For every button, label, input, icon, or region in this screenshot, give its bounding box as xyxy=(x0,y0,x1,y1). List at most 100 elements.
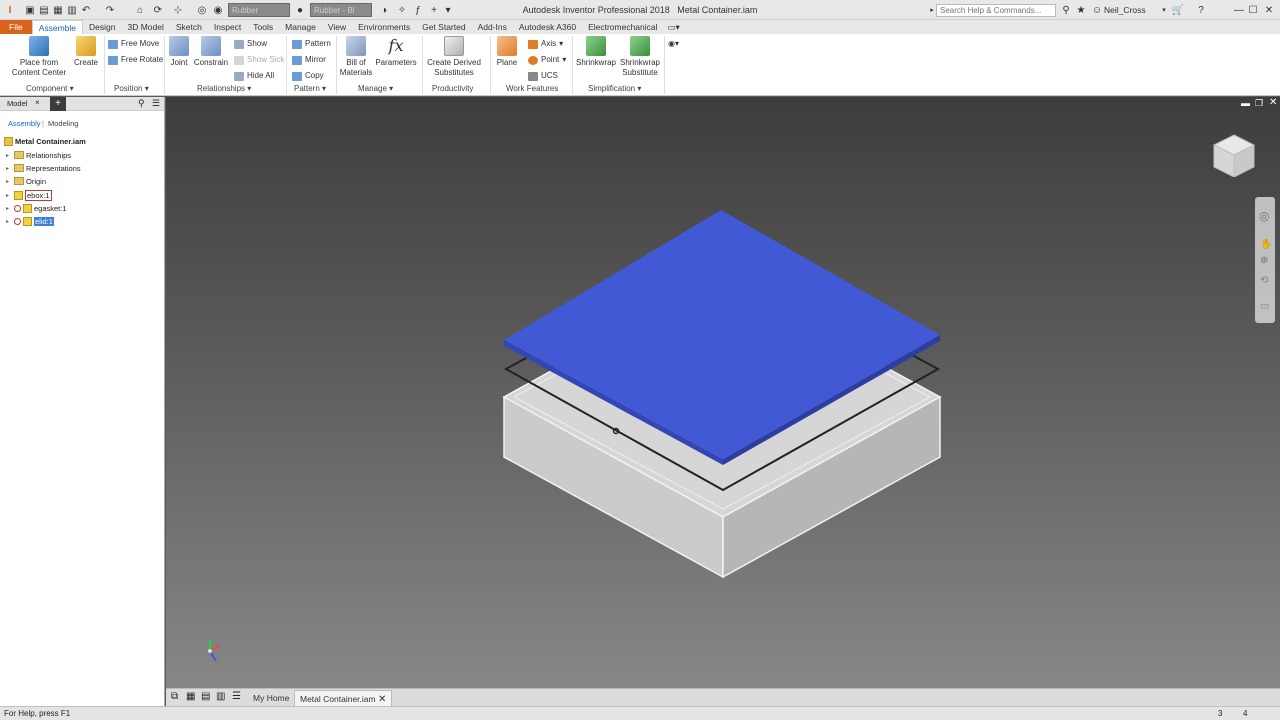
viewcube[interactable] xyxy=(1212,133,1256,178)
zoom-icon[interactable]: ⊕ xyxy=(1260,255,1268,266)
group-position-label[interactable]: Position ▾ xyxy=(114,84,149,93)
shrinkwrap-button[interactable]: Shrinkwrap xyxy=(575,36,617,68)
pattern-button[interactable]: Pattern xyxy=(292,38,331,50)
group-relationships-label[interactable]: Relationships ▾ xyxy=(197,84,251,93)
cascade-windows-icon[interactable]: ⧉ xyxy=(171,691,178,702)
select-icon[interactable]: ⊹ xyxy=(172,3,184,17)
point-button[interactable]: Point ▾ xyxy=(528,54,566,66)
video-toggle-icon[interactable]: ▭▾ xyxy=(664,20,684,34)
expand-icon[interactable]: ▸ xyxy=(6,218,14,225)
bill-of-materials-button[interactable]: Bill of Materials xyxy=(338,36,374,78)
expand-icon[interactable]: ▸ xyxy=(6,192,14,199)
axis-button[interactable]: Axis ▾ xyxy=(528,38,563,50)
redo-icon[interactable]: ↷ xyxy=(104,3,116,17)
search-help-input[interactable] xyxy=(936,4,1056,17)
add-panel-icon[interactable]: + xyxy=(50,97,66,111)
expand-icon[interactable]: ▸ xyxy=(6,205,14,212)
tree-item-representations[interactable]: ▸ Representations xyxy=(6,162,81,174)
free-move-button[interactable]: Free Move xyxy=(108,38,159,50)
arrange-horizontal-icon[interactable]: ▤ xyxy=(201,691,210,702)
favorites-star-icon[interactable]: ★ xyxy=(1075,3,1087,17)
customize-quick-access-icon[interactable]: ▾ xyxy=(442,3,454,17)
material-dropdown[interactable]: Rubber xyxy=(228,3,290,17)
pan-icon[interactable]: ✋ xyxy=(1260,239,1272,250)
tab-environments[interactable]: Environments xyxy=(352,20,416,34)
menu-icon[interactable]: ☰ xyxy=(152,98,160,109)
tab-metal-container[interactable]: Metal Container.iam ✕ xyxy=(294,690,393,706)
tab-sketch[interactable]: Sketch xyxy=(170,20,208,34)
tab-add-ins[interactable]: Add-Ins xyxy=(472,20,513,34)
free-rotate-button[interactable]: Free Rotate xyxy=(108,54,163,66)
inventor-logo-icon[interactable]: I xyxy=(4,3,16,17)
print-icon[interactable]: ▥ xyxy=(66,3,78,17)
tree-item-ebox[interactable]: ▸ ebox:1 xyxy=(6,189,52,201)
group-manage-label[interactable]: Manage ▾ xyxy=(358,84,393,93)
panel-options-icon[interactable]: ◉▾ xyxy=(668,38,679,50)
create-derived-substitutes-button[interactable]: Create Derived Substitutes xyxy=(425,36,483,78)
expand-icon[interactable]: ▸ xyxy=(6,178,14,185)
tab-autodesk-a360[interactable]: Autodesk A360 xyxy=(513,20,582,34)
create-component-button[interactable]: Create xyxy=(72,36,100,68)
search-expand-icon[interactable]: ▸ xyxy=(928,3,936,17)
look-at-icon[interactable]: ▭ xyxy=(1260,301,1269,312)
expand-icon[interactable]: ▸ xyxy=(6,165,14,172)
adjust-icon[interactable]: ✧ xyxy=(396,3,408,17)
tile-windows-icon[interactable]: ▦ xyxy=(186,691,195,702)
close-document-icon[interactable]: ✕ xyxy=(378,694,386,705)
tab-my-home[interactable]: My Home xyxy=(248,690,294,706)
user-icon[interactable]: ☺ xyxy=(1092,3,1102,17)
close-window-icon[interactable]: ✕ xyxy=(1262,3,1276,17)
show-button[interactable]: Show xyxy=(234,38,267,50)
search-options-icon[interactable]: ⚲ xyxy=(1060,3,1072,17)
tab-manage[interactable]: Manage xyxy=(279,20,322,34)
tab-3d-model[interactable]: 3D Model xyxy=(122,20,170,34)
tab-design[interactable]: Design xyxy=(83,20,121,34)
tree-item-elid[interactable]: ▸ elid:1 xyxy=(6,215,54,227)
plane-button[interactable]: Plane xyxy=(494,36,520,68)
orbit-icon[interactable]: ⟲ xyxy=(1260,275,1268,286)
tab-assemble[interactable]: Assemble xyxy=(31,20,84,34)
tab-model[interactable]: Model xyxy=(7,99,27,108)
appearance-dropdown[interactable]: Rubber - Bl xyxy=(310,3,372,17)
mode-modeling[interactable]: Modeling xyxy=(48,119,78,128)
tree-item-relationships[interactable]: ▸ Relationships xyxy=(6,149,71,161)
add-icon[interactable]: + xyxy=(428,3,440,17)
mode-assembly[interactable]: Assembly xyxy=(8,119,41,128)
tab-tools[interactable]: Tools xyxy=(247,20,279,34)
arrange-vertical-icon[interactable]: ▥ xyxy=(216,691,225,702)
tab-list-icon[interactable]: ☰ xyxy=(232,691,241,702)
measure-icon[interactable]: ◎ xyxy=(196,3,208,17)
show-sick-button[interactable]: Show Sick xyxy=(234,54,284,66)
tab-electromechanical[interactable]: Electromechanical xyxy=(582,20,663,34)
appearance-icon[interactable]: ● xyxy=(294,3,306,17)
group-pattern-label[interactable]: Pattern ▾ xyxy=(294,84,326,93)
shrinkwrap-substitute-button[interactable]: Shrinkwrap Substitute xyxy=(618,36,662,78)
parameters-button[interactable]: fx Parameters xyxy=(375,36,417,68)
expand-icon[interactable]: ▸ xyxy=(6,152,14,159)
clear-appearance-icon[interactable]: ◑ xyxy=(378,3,390,17)
tab-inspect[interactable]: Inspect xyxy=(208,20,247,34)
update-icon[interactable]: ⟳ xyxy=(152,3,164,17)
tab-file[interactable]: File xyxy=(0,20,32,34)
assembly-model[interactable] xyxy=(166,97,1280,688)
maximize-window-icon[interactable]: ☐ xyxy=(1246,3,1260,17)
navigation-bar[interactable]: ◎ ✋ ⊕ ⟲ ▭ xyxy=(1255,197,1275,323)
cart-icon[interactable]: 🛒 xyxy=(1172,3,1184,17)
home-icon[interactable]: ⌂ xyxy=(134,3,146,17)
help-icon[interactable]: ? xyxy=(1194,3,1208,17)
graphics-viewport[interactable]: ▬ ❐ ✕ ◎ ✋ ⊕ ⟲ ▭ xyxy=(166,97,1280,688)
copy-button[interactable]: Copy xyxy=(292,70,324,82)
place-from-content-center-button[interactable]: Place from Content Center xyxy=(10,36,68,78)
tree-item-origin[interactable]: ▸ Origin xyxy=(6,175,46,187)
group-component-label[interactable]: Component ▾ xyxy=(26,84,74,93)
undo-icon[interactable]: ↶ xyxy=(80,3,92,17)
minimize-window-icon[interactable]: — xyxy=(1232,3,1246,17)
steering-wheel-icon[interactable]: ◎ xyxy=(1259,209,1269,223)
hide-all-button[interactable]: Hide All xyxy=(234,70,274,82)
tree-item-egasket[interactable]: ▸ egasket:1 xyxy=(6,202,67,214)
tab-view[interactable]: View xyxy=(322,20,352,34)
fx-icon[interactable]: ƒ xyxy=(412,3,424,17)
ucs-button[interactable]: UCS xyxy=(528,70,558,82)
tab-get-started[interactable]: Get Started xyxy=(416,20,471,34)
close-tab-icon[interactable]: × xyxy=(35,98,40,107)
